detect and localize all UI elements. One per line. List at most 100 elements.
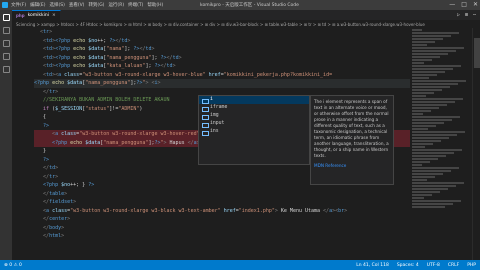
code-token: < <box>34 131 56 137</box>
code-token: ?> <box>34 122 50 129</box>
menu-item[interactable]: 终端(T) <box>128 2 143 8</box>
suggest-item[interactable]: input <box>199 120 309 128</box>
code-line[interactable]: <tr> <box>34 28 410 37</box>
source-control-icon[interactable] <box>2 40 10 47</box>
status-item[interactable]: UTF-8 <box>427 263 440 268</box>
code-token: "komikkini_pekerja.php?komikkini_id= <box>223 71 333 78</box>
problems-indicator[interactable]: ⊗ 0 ⚠ 0 <box>4 263 22 268</box>
explorer-icon[interactable] <box>2 14 10 21</box>
code-line[interactable] <box>34 241 410 250</box>
line-number <box>12 28 32 37</box>
code-token: > <box>344 207 348 214</box>
extensions-icon[interactable] <box>2 66 10 73</box>
code-token: href <box>223 207 236 214</box>
minimap-line <box>412 134 457 136</box>
line-number <box>12 130 32 139</box>
code-line[interactable]: </table> <box>34 190 410 199</box>
vertical-scrollbar[interactable] <box>472 28 480 260</box>
minimap-line <box>412 185 456 187</box>
minimap-line <box>412 89 442 91</box>
code-line[interactable]: </center> <box>34 215 410 224</box>
code-token: fieldset <box>49 199 74 205</box>
code-token: if <box>34 105 50 112</box>
code-line[interactable]: <td><?php echo $data["nama_pengguna"]; ?… <box>34 54 410 63</box>
tab-komikkini[interactable]: php komikkini × <box>12 10 61 20</box>
mdn-reference-link[interactable]: MDN Reference <box>314 163 390 169</box>
minimap-line <box>412 161 430 163</box>
close-window-button[interactable]: ✕ <box>473 1 478 8</box>
suggest-details-panel: The i element represents a span of text … <box>310 95 394 185</box>
line-number <box>12 96 32 105</box>
run-debug-icon[interactable] <box>2 53 10 60</box>
menu-item[interactable]: 选择(S) <box>49 2 64 8</box>
vscode-logo-icon <box>2 2 8 8</box>
minimize-button[interactable]: — <box>449 1 455 8</box>
status-bar: ⊗ 0 ⚠ 0 Ln 41, Col 118 Spaces: 4 UTF-8 CRLF… <box>0 260 480 270</box>
scroll-thumb[interactable] <box>474 38 480 68</box>
status-item[interactable]: PHP <box>467 263 476 268</box>
code-token: > <box>55 88 59 95</box>
code-line[interactable]: <a class="w3-button w3-round-xlarge w3-b… <box>34 207 410 216</box>
code-token: ?> <box>88 182 95 188</box>
code-line[interactable]: <?php echo $data["nama_pengguna"];?>"> <… <box>34 79 410 88</box>
suggest-label: ins <box>210 129 219 134</box>
code-token: $data <box>88 63 104 69</box>
breadcrumb[interactable]: Sciencing > xampp > htdocs > 4F Htdoc > … <box>12 20 480 28</box>
status-item[interactable]: CRLF <box>448 263 459 268</box>
suggest-item[interactable]: img <box>199 112 309 120</box>
code-line[interactable]: <td><?php echo $no++; ?></td> <box>34 37 410 46</box>
minimap[interactable] <box>410 28 470 260</box>
line-number <box>12 232 32 241</box>
minimap-line <box>412 98 463 100</box>
line-number <box>12 54 32 63</box>
code-token: Hapus <box>166 139 188 146</box>
suggest-item[interactable]: iframe <box>199 104 309 112</box>
code-token: ++; <box>97 37 110 44</box>
code-token: echo <box>52 80 65 86</box>
minimap-line <box>412 29 422 31</box>
code-token: $no <box>61 182 71 188</box>
status-item[interactable]: Ln 41, Col 118 <box>356 263 389 268</box>
code-line[interactable]: </fieldset> <box>34 198 410 207</box>
code-line[interactable]: <td><a class="w3-button w3-round-xlarge … <box>34 71 410 80</box>
code-token: echo <box>73 63 86 69</box>
search-icon[interactable] <box>2 27 10 34</box>
code-line[interactable]: </body> <box>34 224 410 233</box>
menu-item[interactable]: 帮助(H) <box>147 2 163 8</box>
maximize-button[interactable]: □ <box>461 1 467 8</box>
split-editor-icon[interactable]: ⊞ <box>465 12 468 18</box>
code-line[interactable] <box>34 249 410 258</box>
suggest-item[interactable]: ins <box>199 128 309 136</box>
minimap-line <box>412 164 422 166</box>
code-token: $_SESSION <box>55 105 83 112</box>
menu-item[interactable]: 查看(V) <box>69 2 85 8</box>
code-token: > <box>73 199 77 205</box>
run-icon[interactable]: ▷ <box>457 12 460 18</box>
code-token: { <box>34 114 47 120</box>
minimap-line <box>412 56 440 58</box>
menu-item[interactable]: 转到(G) <box>88 2 104 8</box>
code-token: "nama_pengguna" <box>103 139 149 146</box>
code-token: > <box>55 165 59 171</box>
line-number <box>12 88 32 97</box>
code-token: class <box>61 131 77 137</box>
code-token: echo <box>70 139 83 146</box>
more-actions-icon[interactable]: ⋯ <box>473 12 476 18</box>
code-token: body <box>49 224 62 231</box>
code-token: echo <box>73 37 86 44</box>
menu-item[interactable]: 运行(R) <box>108 2 124 8</box>
tab-close-icon[interactable]: × <box>52 13 56 18</box>
activity-bar <box>0 10 12 260</box>
minimap-line <box>412 176 435 178</box>
menu-item[interactable]: 编辑(E) <box>30 2 45 8</box>
code-line[interactable]: <td><?php echo $data["kata_laluan"]; ?><… <box>34 62 410 71</box>
code-line[interactable]: </html> <box>34 232 410 241</box>
status-item[interactable]: Spaces: 4 <box>397 263 419 268</box>
menu-item[interactable]: 文件(F) <box>11 2 26 8</box>
suggest-item[interactable]: i <box>199 96 309 104</box>
line-number <box>12 105 32 114</box>
code-line[interactable]: <td><?php echo $data["nama"]; ?></td> <box>34 45 410 54</box>
code-token: > <box>55 173 59 180</box>
line-number <box>12 139 32 148</box>
code-token: $data <box>88 46 104 52</box>
